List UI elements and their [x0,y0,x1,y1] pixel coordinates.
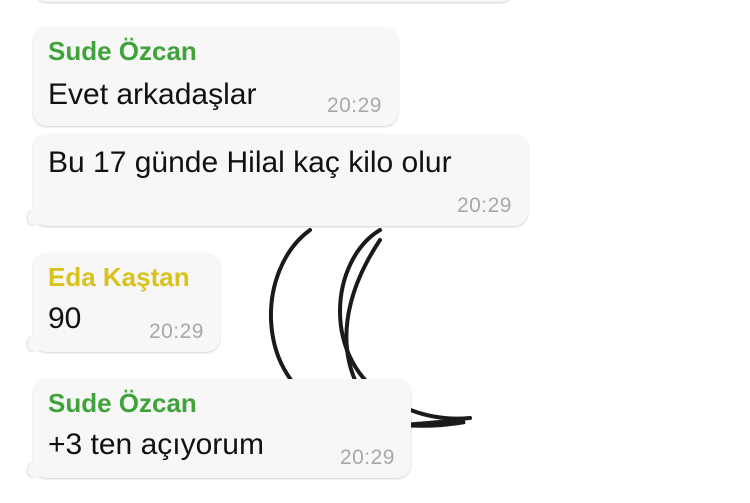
chat-view: Sude Özcan Evet arkadaşlar 20:29 Bu 17 g… [0,0,750,503]
message-timestamp: 20:29 [148,320,204,343]
message-bubble[interactable]: Eda Kaştan 90 20:29 [33,253,220,352]
message-text: 90 [48,302,82,335]
message-timestamp: 20:29 [339,446,395,469]
bubble-tail [21,336,39,352]
message-text: +3 ten açıyorum [48,428,264,461]
message-bubble[interactable]: Sude Özcan +3 ten açıyorum 20:29 [33,379,411,478]
sender-name: Sude Özcan [48,36,197,66]
message-bubble[interactable]: Bu 17 günde Hilal kaç kilo olur 20:29 [33,134,528,226]
message-text: Evet arkadaşlar [48,78,257,111]
sender-name: Eda Kaştan [48,262,190,292]
message-timestamp: 20:29 [456,194,512,217]
message-timestamp: 20:29 [326,94,382,117]
message-bubble-partial [33,0,515,2]
bubble-tail [21,462,39,478]
bubble-tail [21,210,39,226]
message-text: Bu 17 günde Hilal kaç kilo olur [48,146,452,179]
sender-name: Sude Özcan [48,388,197,418]
message-bubble[interactable]: Sude Özcan Evet arkadaşlar 20:29 [33,27,398,126]
